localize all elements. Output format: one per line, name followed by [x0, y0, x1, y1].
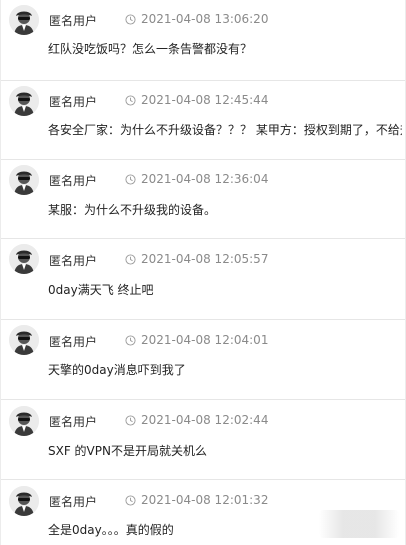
anonymous-user-avatar-icon[interactable]	[9, 86, 39, 116]
comment-text: SXF 的VPN不是开局就关机么	[48, 444, 207, 458]
comment-item: 匿名用户 2021-04-08 12:45:44 各安全厂家：为什么不升级设备？…	[1, 80, 405, 159]
comment-feed: 匿名用户 2021-04-08 13:06:20 红队没吃饭吗？怎么一条告警都没…	[0, 0, 406, 545]
clock-icon	[125, 173, 136, 185]
divider	[1, 238, 405, 239]
timestamp-text: 2021-04-08 12:01:32	[141, 493, 269, 507]
timestamp-text: 2021-04-08 12:45:44	[141, 93, 269, 107]
divider	[1, 399, 405, 400]
comment-item: 匿名用户 2021-04-08 13:06:20 红队没吃饭吗？怎么一条告警都没…	[1, 0, 405, 80]
comment-item: 匿名用户 2021-04-08 12:05:57 0day满天飞 终止吧	[1, 238, 405, 319]
author-name: 匿名用户	[49, 254, 98, 268]
comment-item: 匿名用户 2021-04-08 12:36:04 某服：为什么不升级我的设备。	[1, 159, 405, 238]
timestamp-text: 2021-04-08 12:04:01	[141, 333, 269, 347]
timestamp-text: 2021-04-08 12:02:44	[141, 413, 269, 427]
divider	[1, 80, 405, 81]
anonymous-user-avatar-icon[interactable]	[9, 244, 39, 274]
timestamp: 2021-04-08 12:02:44	[125, 413, 268, 427]
clock-icon	[125, 334, 136, 346]
anonymous-user-avatar-icon[interactable]	[9, 165, 39, 195]
comment-text: 天擎的0day消息吓到我了	[48, 363, 186, 377]
comment-text: 某服：为什么不升级我的设备。	[48, 203, 217, 217]
clock-icon	[125, 414, 136, 426]
divider	[1, 319, 405, 320]
timestamp: 2021-04-08 12:05:57	[125, 252, 268, 266]
timestamp: 2021-04-08 12:45:44	[125, 93, 268, 107]
comment-item: 匿名用户 2021-04-08 12:02:44 SXF 的VPN不是开局就关机…	[1, 399, 405, 479]
author-name: 匿名用户	[49, 174, 98, 188]
timestamp: 2021-04-08 12:04:01	[125, 333, 268, 347]
watermark	[319, 510, 399, 538]
anonymous-user-avatar-icon[interactable]	[9, 325, 39, 355]
clock-icon	[125, 494, 136, 506]
author-name: 匿名用户	[49, 14, 98, 28]
timestamp: 2021-04-08 12:01:32	[125, 493, 268, 507]
divider	[1, 159, 405, 160]
author-name: 匿名用户	[49, 415, 98, 429]
timestamp-text: 2021-04-08 13:06:20	[141, 12, 269, 26]
timestamp-text: 2021-04-08 12:36:04	[141, 172, 269, 186]
anonymous-user-avatar-icon[interactable]	[9, 486, 39, 516]
author-name: 匿名用户	[49, 335, 98, 349]
comment-text: 0day满天飞 终止吧	[48, 283, 154, 297]
clock-icon	[125, 253, 136, 265]
timestamp: 2021-04-08 12:36:04	[125, 172, 268, 186]
clock-icon	[125, 13, 136, 25]
comment-text: 各安全厂家：为什么不升级设备？？？ 某甲方：授权到期了，不给升级....	[48, 123, 402, 137]
author-name: 匿名用户	[49, 95, 98, 109]
author-name: 匿名用户	[49, 495, 98, 509]
clock-icon	[125, 94, 136, 106]
timestamp: 2021-04-08 13:06:20	[125, 12, 268, 26]
divider	[1, 479, 405, 480]
timestamp-text: 2021-04-08 12:05:57	[141, 252, 269, 266]
comment-text: 红队没吃饭吗？怎么一条告警都没有？	[48, 42, 253, 56]
anonymous-user-avatar-icon[interactable]	[9, 406, 39, 436]
comment-item: 匿名用户 2021-04-08 12:04:01 天擎的0day消息吓到我了	[1, 319, 405, 399]
anonymous-user-avatar-icon[interactable]	[9, 5, 39, 35]
